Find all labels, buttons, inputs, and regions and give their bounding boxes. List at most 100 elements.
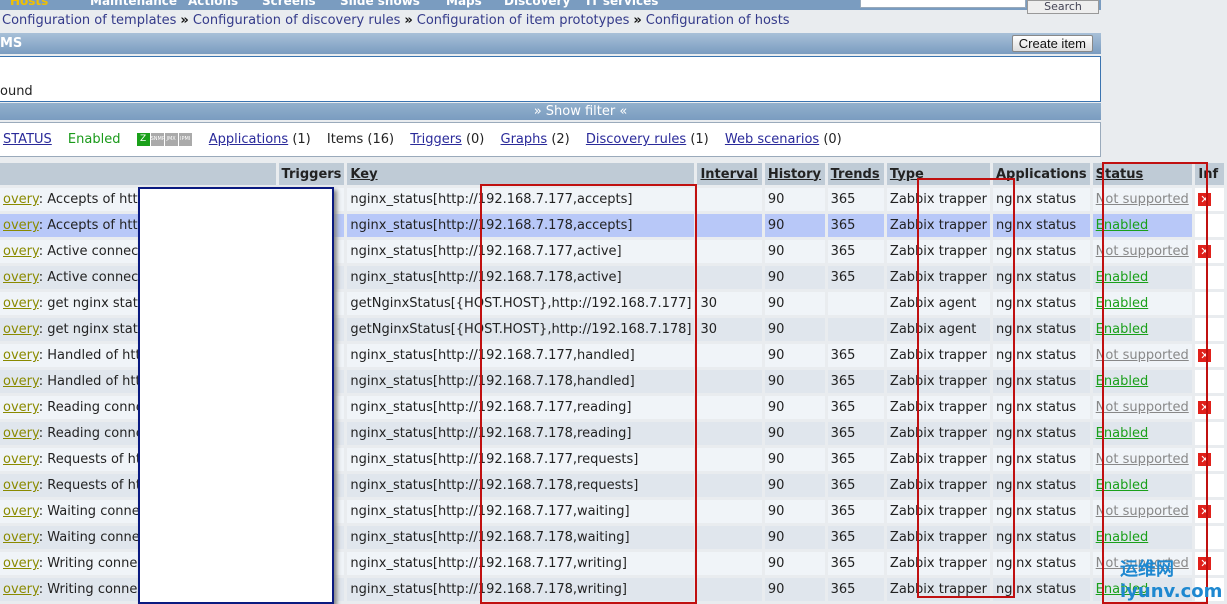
item-name-link[interactable]: : Waiting conne: [39, 530, 140, 545]
type-cell: Zabbix trapper: [886, 396, 990, 419]
snmp-availability-icon: SNMP: [150, 133, 165, 146]
error-icon[interactable]: ✕: [1198, 401, 1212, 414]
error-icon[interactable]: ✕: [1198, 349, 1212, 362]
status-toggle-link[interactable]: Enabled: [1096, 374, 1149, 389]
status-toggle-link[interactable]: Enabled: [1096, 530, 1149, 545]
item-name-link[interactable]: : Waiting conne: [39, 504, 140, 519]
item-name-link[interactable]: : Requests of ht: [39, 452, 141, 467]
topnav-item[interactable]: Discovery: [504, 0, 570, 8]
breadcrumb: Configuration of templates» Configuration…: [2, 13, 790, 28]
breadcrumb-separator: »: [633, 13, 642, 28]
key-cell: getNginxStatus[{HOST.HOST},http://192.16…: [347, 292, 695, 315]
status-toggle-link[interactable]: Enabled: [1096, 270, 1149, 285]
discovery-rule-link[interactable]: overy: [3, 270, 39, 285]
key-cell: nginx_status[http://192.168.7.177,reques…: [347, 448, 695, 471]
error-icon[interactable]: ✕: [1198, 453, 1212, 466]
applications-link[interactable]: Applications: [209, 132, 288, 147]
item-name-link[interactable]: : Active connecti: [39, 270, 147, 285]
triggers-link[interactable]: Triggers: [410, 132, 462, 147]
topnav-item[interactable]: Slide shows: [340, 0, 420, 8]
discovery-rule-link[interactable]: overy: [3, 452, 39, 467]
error-icon[interactable]: ✕: [1198, 193, 1212, 206]
topnav-item[interactable]: Maps: [446, 0, 482, 8]
item-name-link[interactable]: : Accepts of http: [39, 218, 146, 233]
discovery-rule-link[interactable]: overy: [3, 530, 39, 545]
column-interval[interactable]: Interval: [697, 163, 762, 185]
discovery-rule-link[interactable]: overy: [3, 582, 39, 597]
history-cell: 90: [764, 422, 825, 445]
discovery-rule-link[interactable]: overy: [3, 218, 39, 233]
status-toggle-link[interactable]: Enabled: [1096, 322, 1149, 337]
discovery-rule-link[interactable]: overy: [3, 504, 39, 519]
status-toggle-link[interactable]: Enabled: [1096, 426, 1149, 441]
status-toggle-link[interactable]: Not supported: [1096, 504, 1189, 519]
column-key[interactable]: Key: [347, 163, 695, 185]
item-name-link[interactable]: : get nginx statu: [39, 296, 146, 311]
item-name-link[interactable]: : Reading conne: [39, 426, 144, 441]
host-link[interactable]: STATUS: [3, 132, 52, 147]
status-toggle-link[interactable]: Not supported: [1096, 452, 1189, 467]
error-icon[interactable]: ✕: [1198, 505, 1212, 518]
discovery-rule-link[interactable]: overy: [3, 400, 39, 415]
item-name-link[interactable]: : Reading conne: [39, 400, 144, 415]
status-toggle-link[interactable]: Enabled: [1096, 478, 1149, 493]
discovery-rule-link[interactable]: overy: [3, 296, 39, 311]
applications-cell: nginx status: [993, 318, 1090, 341]
web-scenarios-link[interactable]: Web scenarios: [725, 132, 819, 147]
item-name-link[interactable]: : get nginx statu: [39, 322, 146, 337]
item-name-link[interactable]: : Requests of ht: [39, 478, 141, 493]
status-toggle-link[interactable]: Not supported: [1096, 348, 1189, 363]
discovery-rule-link[interactable]: overy: [3, 322, 39, 337]
topnav-item[interactable]: Screens: [262, 0, 316, 8]
discovery-rule-link[interactable]: overy: [3, 556, 39, 571]
discovery-rule-link[interactable]: overy: [3, 244, 39, 259]
graphs-link[interactable]: Graphs: [501, 132, 548, 147]
column-history[interactable]: History: [764, 163, 825, 185]
item-name-link[interactable]: : Writing conne: [39, 556, 138, 571]
applications-cell: nginx status: [993, 526, 1090, 549]
history-cell: 90: [764, 188, 825, 211]
status-toggle-link[interactable]: Not supported: [1096, 400, 1189, 415]
search-input[interactable]: [860, 0, 1026, 8]
column-type[interactable]: Type: [886, 163, 990, 185]
item-name-link[interactable]: : Active connecti: [39, 244, 147, 259]
item-name-link[interactable]: : Accepts of http: [39, 192, 146, 207]
breadcrumb-item-prototypes[interactable]: Configuration of item prototypes: [417, 13, 630, 28]
discovery-rules-link[interactable]: Discovery rules: [586, 132, 686, 147]
topnav-item[interactable]: Hosts: [10, 0, 48, 8]
status-toggle-link[interactable]: Enabled: [1096, 218, 1149, 233]
history-cell: 90: [764, 370, 825, 393]
breadcrumb-templates[interactable]: Configuration of templates: [2, 13, 176, 28]
item-name-link[interactable]: : Writing conne: [39, 582, 138, 597]
search-button[interactable]: Search: [1027, 0, 1099, 14]
type-cell: Zabbix trapper: [886, 240, 990, 263]
create-item-button[interactable]: Create item: [1011, 35, 1093, 52]
status-cell: Not supported: [1092, 240, 1193, 263]
topnav-item[interactable]: Actions: [188, 0, 238, 8]
discovery-rule-link[interactable]: overy: [3, 348, 39, 363]
applications-cell: nginx status: [993, 240, 1090, 263]
column-trends[interactable]: Trends: [827, 163, 884, 185]
breadcrumb-hosts[interactable]: Configuration of hosts: [646, 13, 790, 28]
show-filter-toggle[interactable]: » Show filter «: [0, 103, 1101, 120]
item-name-link[interactable]: : Handled of http: [39, 374, 149, 389]
status-toggle-link[interactable]: Enabled: [1096, 296, 1149, 311]
error-icon[interactable]: ✕: [1198, 245, 1212, 258]
discovery-rule-link[interactable]: overy: [3, 374, 39, 389]
key-cell: nginx_status[http://192.168.7.178,reques…: [347, 474, 695, 497]
discovery-rule-link[interactable]: overy: [3, 192, 39, 207]
item-name-link[interactable]: : Handled of http: [39, 348, 149, 363]
breadcrumb-discovery-rules[interactable]: Configuration of discovery rules: [193, 13, 401, 28]
applications-cell: nginx status: [993, 552, 1090, 575]
column-status[interactable]: Status: [1092, 163, 1193, 185]
trends-cell: 365: [827, 188, 884, 211]
discovery-rule-link[interactable]: overy: [3, 426, 39, 441]
history-cell: 90: [764, 318, 825, 341]
topnav-item[interactable]: IT services: [586, 0, 658, 8]
status-toggle-link[interactable]: Not supported: [1096, 192, 1189, 207]
discovery-rule-link[interactable]: overy: [3, 478, 39, 493]
topnav-item[interactable]: Maintenance: [90, 0, 177, 8]
trends-cell: 365: [827, 344, 884, 367]
status-toggle-link[interactable]: Not supported: [1096, 244, 1189, 259]
column-name[interactable]: [0, 163, 276, 185]
